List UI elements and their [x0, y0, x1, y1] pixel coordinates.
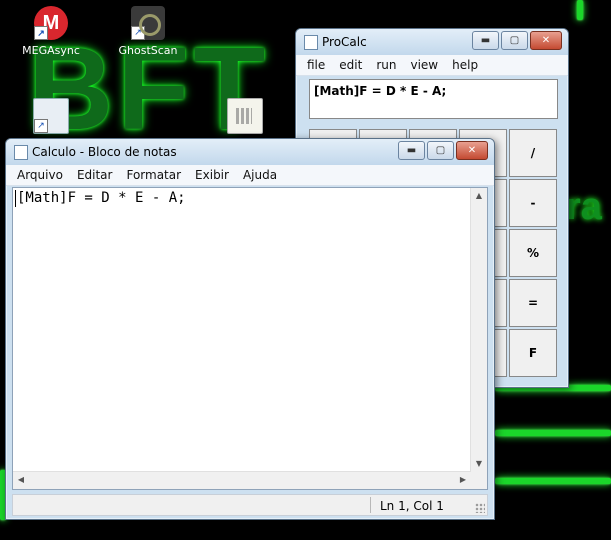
calc-display[interactable]: [Math]F = D * E - A; — [309, 79, 558, 119]
text-editor[interactable]: [Math]F = D * E - A; ▲ ▼ ◀ ▶ — [12, 187, 488, 490]
desktop-icon-label: MEGAsync — [22, 44, 80, 57]
minimize-button[interactable]: ▬ — [398, 141, 425, 160]
notepad-titlebar[interactable]: Calculo - Bloco de notas ▬ ▢ ✕ — [6, 139, 494, 165]
close-button[interactable]: ✕ — [530, 31, 562, 50]
calculator-file-icon — [227, 98, 263, 134]
menu-view[interactable]: view — [403, 58, 445, 72]
vertical-scrollbar[interactable]: ▲ ▼ — [470, 188, 487, 472]
resize-grip-icon[interactable] — [475, 503, 485, 513]
wallpaper-text-fragment: ra — [566, 186, 602, 228]
desktop-icon-megasync[interactable]: M ↗ MEGAsync — [16, 6, 86, 57]
scroll-down-icon[interactable]: ▼ — [471, 456, 487, 472]
menu-exibir[interactable]: Exibir — [188, 168, 236, 182]
wallpaper-neon-line — [495, 430, 611, 436]
menu-run[interactable]: run — [369, 58, 403, 72]
status-separator — [370, 497, 371, 513]
notepad-app-icon — [14, 145, 28, 160]
shortcut-arrow-icon: ↗ — [131, 26, 145, 40]
horizontal-scrollbar[interactable]: ◀ ▶ — [13, 471, 471, 489]
scroll-right-icon[interactable]: ▶ — [455, 472, 471, 488]
menu-file[interactable]: file — [300, 58, 332, 72]
calc-key-divide[interactable]: / — [509, 129, 557, 177]
menu-help[interactable]: help — [445, 58, 485, 72]
procalc-titlebar[interactable]: ProCalc ▬ ▢ ✕ — [296, 29, 568, 55]
shortcut-file-icon: ↗ — [33, 98, 69, 134]
notepad-window[interactable]: Calculo - Bloco de notas ▬ ▢ ✕ Arquivo E… — [5, 138, 495, 520]
calc-key-percent[interactable]: % — [509, 229, 557, 277]
procalc-menubar: file edit run view help — [296, 55, 568, 76]
desktop-icon-shortcut[interactable]: ↗ — [16, 98, 86, 138]
minimize-button[interactable]: ▬ — [472, 31, 499, 50]
maximize-button[interactable]: ▢ — [427, 141, 454, 160]
calc-key-equals[interactable]: = — [509, 279, 557, 327]
shortcut-arrow-icon: ↗ — [34, 119, 48, 133]
menu-editar[interactable]: Editar — [70, 168, 120, 182]
menu-edit[interactable]: edit — [332, 58, 369, 72]
window-title: ProCalc — [322, 35, 367, 49]
calc-key-minus[interactable]: - — [509, 179, 557, 227]
menu-ajuda[interactable]: Ajuda — [236, 168, 284, 182]
close-button[interactable]: ✕ — [456, 141, 488, 160]
notepad-menubar: Arquivo Editar Formatar Exibir Ajuda — [6, 165, 494, 186]
ghostscan-icon: ↗ — [131, 6, 165, 40]
desktop-icon-ghostscan[interactable]: ↗ GhostScan — [113, 6, 183, 57]
desktop-icon-calculator-file[interactable] — [210, 98, 280, 138]
maximize-button[interactable]: ▢ — [501, 31, 528, 50]
megasync-icon: M ↗ — [34, 6, 68, 40]
text-caret — [15, 190, 16, 207]
status-bar: Ln 1, Col 1 — [12, 494, 488, 516]
scroll-left-icon[interactable]: ◀ — [13, 472, 29, 488]
procalc-app-icon — [304, 35, 318, 50]
desktop-icon-label: GhostScan — [118, 44, 178, 57]
scroll-up-icon[interactable]: ▲ — [471, 188, 487, 204]
window-title: Calculo - Bloco de notas — [32, 145, 177, 159]
wallpaper-neon-line — [577, 0, 583, 20]
menu-formatar[interactable]: Formatar — [119, 168, 188, 182]
editor-content: [Math]F = D * E - A; — [17, 190, 186, 206]
wallpaper-neon-line — [495, 478, 611, 484]
calc-key-f[interactable]: F — [509, 329, 557, 377]
menu-arquivo[interactable]: Arquivo — [10, 168, 70, 182]
shortcut-arrow-icon: ↗ — [34, 26, 48, 40]
cursor-position: Ln 1, Col 1 — [380, 499, 444, 513]
scrollbar-corner — [471, 472, 487, 489]
